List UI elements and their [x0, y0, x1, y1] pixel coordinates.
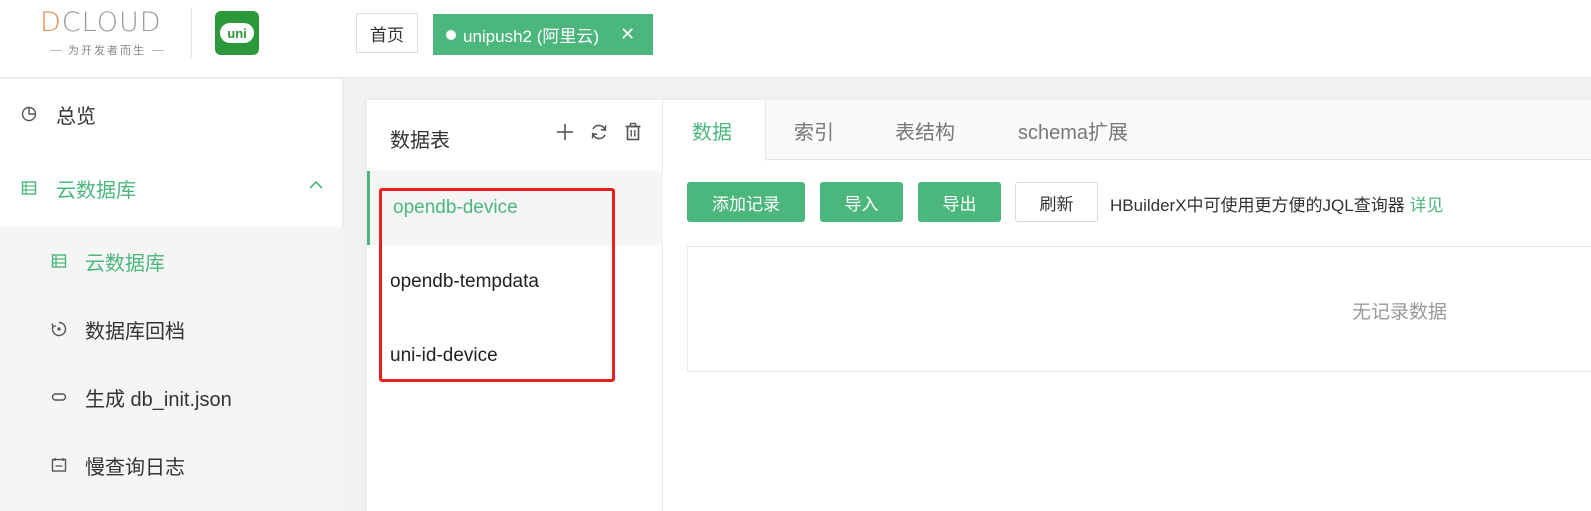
sidebar-item-label: 总览: [56, 105, 96, 128]
import-button[interactable]: 导入: [820, 182, 903, 222]
close-icon[interactable]: ✕: [620, 24, 635, 45]
slogan-text: 为开发者而生: [68, 45, 146, 57]
tables-title: 数据表: [390, 130, 450, 152]
sidebar-item-label: 云数据库: [56, 179, 136, 202]
refresh-icon[interactable]: [589, 122, 609, 148]
trash-icon[interactable]: [623, 122, 643, 148]
table-content: 数据 索引 表结构 schema扩展 添加记录 导入 导出 刷新 HBuilde…: [664, 100, 1591, 511]
empty-message: 无记录数据: [1352, 302, 1448, 323]
subnav-item-label: 慢查询日志: [85, 456, 185, 479]
tab-label: unipush2 (阿里云): [463, 27, 600, 46]
content-tabs: 数据 索引 表结构 schema扩展: [664, 100, 1591, 161]
tab-schema-ext[interactable]: schema扩展: [1018, 100, 1128, 160]
tab-unipush2[interactable]: unipush2 (阿里云) ✕: [433, 14, 653, 55]
table-item-opendb-device[interactable]: opendb-device: [367, 171, 663, 245]
subnav-item-label: 生成 db_init.json: [85, 388, 232, 411]
pie-chart-icon: [20, 105, 38, 123]
sidebar-item-overview[interactable]: 总览: [0, 79, 343, 149]
tab-index[interactable]: 索引: [794, 100, 834, 160]
add-icon[interactable]: [555, 122, 575, 148]
logo-text-prefix: D: [40, 7, 62, 38]
link-icon: [50, 388, 68, 406]
uni-logo[interactable]: uni: [215, 11, 259, 55]
subnav-item-db-rollback[interactable]: 数据库回档: [0, 295, 343, 363]
subnav-item-db-init[interactable]: 生成 db_init.json: [0, 363, 343, 431]
active-dot-icon: [446, 29, 456, 40]
subnav-item-cloud-db[interactable]: 云数据库: [0, 227, 343, 295]
add-record-button[interactable]: 添加记录: [687, 182, 805, 222]
logo-slogan: 为开发者而生: [42, 42, 172, 58]
refresh-button[interactable]: 刷新: [1015, 182, 1098, 222]
uni-cloud-icon: uni: [220, 23, 254, 43]
chevron-up-icon[interactable]: [308, 177, 324, 198]
slogan-line-right: [152, 49, 164, 51]
tab-data[interactable]: 数据: [664, 100, 766, 161]
rollback-icon: [50, 320, 68, 338]
logo-text-rest: CLOUD: [61, 7, 162, 38]
sidebar: 总览 云数据库 云数据库 数据库回档 生成 db_init.json 慢查询日志: [0, 79, 343, 511]
tab-schema[interactable]: 表结构: [895, 100, 955, 160]
table-item-uni-id-device[interactable]: uni-id-device: [367, 319, 663, 393]
slogan-line-left: [50, 49, 62, 51]
details-link[interactable]: 详见: [1409, 196, 1443, 215]
subnav-item-slow-query[interactable]: 慢查询日志: [0, 431, 343, 499]
tab-home[interactable]: 首页: [356, 13, 418, 53]
log-icon: [50, 456, 68, 474]
table-list-column: 数据表 opendb-device opendb-tempdata uni-id…: [367, 100, 663, 511]
top-header: DCLOUD 为开发者而生 uni 首页 unipush2 (阿里云) ✕: [0, 0, 1591, 78]
database-icon: [20, 179, 38, 197]
records-table: 无记录数据: [687, 246, 1591, 372]
table-actions: [555, 122, 643, 148]
database-icon: [50, 252, 68, 270]
hint-text: HBuilderX中可使用更方便的JQL查询器: [1110, 196, 1405, 215]
export-button[interactable]: 导出: [918, 182, 1001, 222]
sidebar-subnav: 云数据库 数据库回档 生成 db_init.json 慢查询日志: [0, 227, 343, 511]
db-panel: 数据表 opendb-device opendb-tempdata uni-id…: [367, 100, 1591, 511]
sidebar-item-cloud-db[interactable]: 云数据库: [0, 149, 343, 227]
subnav-item-label: 云数据库: [85, 252, 165, 275]
jql-hint: HBuilderX中可使用更方便的JQL查询器 详见: [1110, 191, 1443, 216]
table-item-opendb-tempdata[interactable]: opendb-tempdata: [367, 245, 663, 319]
subnav-item-label: 数据库回档: [85, 320, 185, 343]
dcloud-logo[interactable]: DCLOUD 为开发者而生: [38, 8, 178, 60]
logo-separator: [191, 8, 192, 58]
